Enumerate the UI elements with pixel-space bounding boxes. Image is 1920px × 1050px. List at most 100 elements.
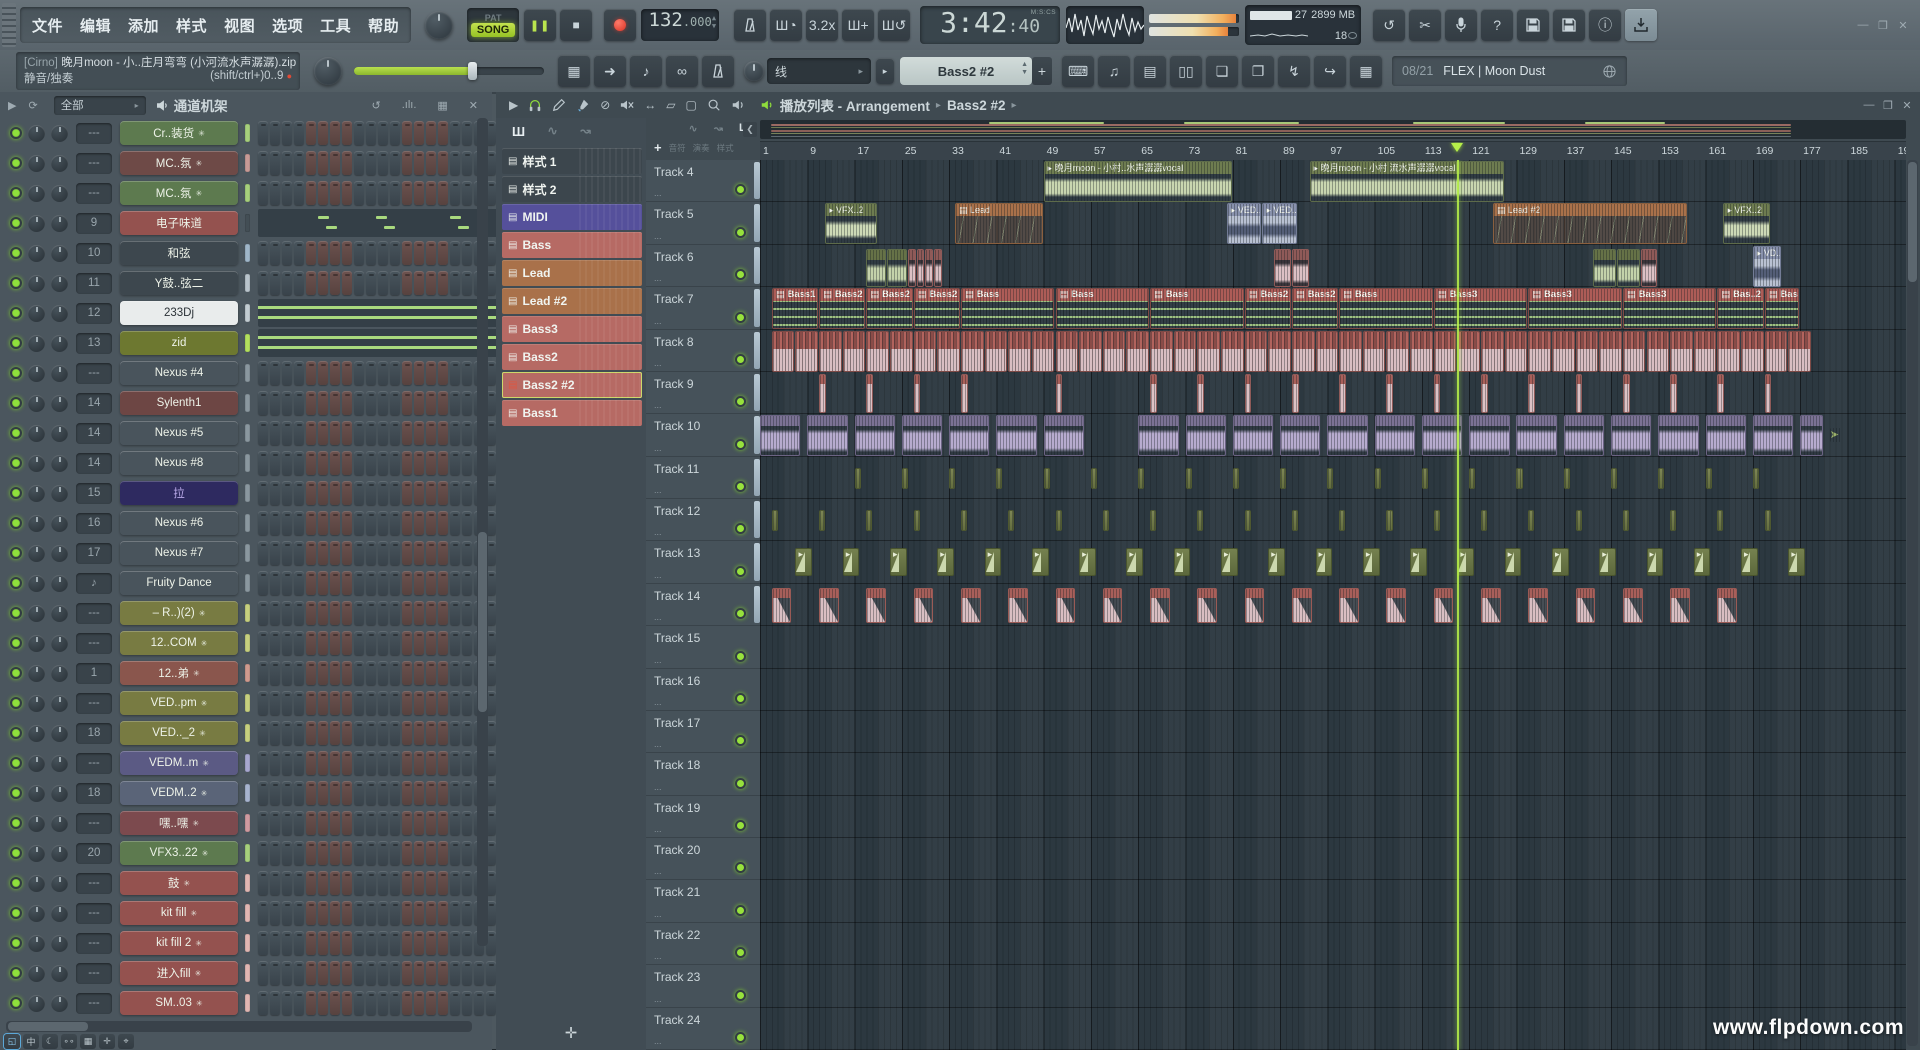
step-cell[interactable] xyxy=(390,601,400,625)
clip-drum[interactable] xyxy=(1103,331,1126,372)
step-cell[interactable] xyxy=(306,601,316,625)
step-cell[interactable] xyxy=(354,871,364,895)
step-cell[interactable] xyxy=(378,721,388,745)
corner-tab-1[interactable]: 演奏 xyxy=(693,142,710,154)
step-cell[interactable] xyxy=(402,121,412,145)
step-cell[interactable] xyxy=(270,151,280,175)
step-cell[interactable] xyxy=(354,271,364,295)
step-cell[interactable] xyxy=(366,901,376,925)
clip-hit_olive[interactable] xyxy=(1434,510,1440,531)
step-cell[interactable] xyxy=(354,991,364,1015)
clip-tri_pink[interactable] xyxy=(1670,588,1690,623)
clip-drum[interactable] xyxy=(843,331,866,372)
step-cell[interactable] xyxy=(318,511,328,535)
step-cell[interactable] xyxy=(294,691,304,715)
step-cell[interactable] xyxy=(318,271,328,295)
step-cell[interactable] xyxy=(306,241,316,265)
step-cell[interactable] xyxy=(402,481,412,505)
clip-lav[interactable] xyxy=(1753,415,1793,456)
step-cell[interactable] xyxy=(342,511,352,535)
track-led[interactable] xyxy=(735,396,746,407)
save-new-version-icon[interactable] xyxy=(1553,9,1585,41)
clip-lav[interactable] xyxy=(1233,415,1273,456)
step-cell[interactable] xyxy=(270,421,280,445)
clip-bass[interactable]: ▤ Bass xyxy=(1150,288,1244,329)
step-cell[interactable] xyxy=(306,421,316,445)
step-cell[interactable] xyxy=(450,121,460,145)
step-cell[interactable] xyxy=(450,241,460,265)
blend-recording-icon[interactable]: Ш+ xyxy=(842,9,874,41)
mute-strip[interactable] xyxy=(245,934,250,952)
step-cell[interactable] xyxy=(402,691,412,715)
mute-strip[interactable] xyxy=(245,874,250,892)
touch-controller-icon[interactable]: ↪ xyxy=(1314,55,1346,87)
step-cell[interactable] xyxy=(414,781,424,805)
channel-target-number[interactable]: --- xyxy=(76,993,112,1014)
step-cell[interactable] xyxy=(462,271,472,295)
step-cell[interactable] xyxy=(282,871,292,895)
clip-bass[interactable]: ▤ Bas..2 xyxy=(1765,288,1799,329)
clip-hit_olive[interactable] xyxy=(1422,468,1428,489)
clip-drum[interactable] xyxy=(1647,331,1670,372)
step-cell[interactable] xyxy=(270,871,280,895)
clip-pink_hit[interactable] xyxy=(914,374,921,413)
step-cell[interactable] xyxy=(378,511,388,535)
rack-play-icon[interactable]: ▶ xyxy=(8,99,16,112)
channel-pan-knob[interactable] xyxy=(28,245,45,262)
clip-slate[interactable]: ▸ VED..2 xyxy=(1262,203,1296,244)
step-cell[interactable] xyxy=(270,841,280,865)
step-cell[interactable] xyxy=(342,931,352,955)
step-cell[interactable] xyxy=(282,961,292,985)
clip-bass[interactable]: ▤ Bass2 xyxy=(819,288,865,329)
clip-drum[interactable] xyxy=(1197,331,1220,372)
step-cell[interactable] xyxy=(342,601,352,625)
clip-tri_pink[interactable] xyxy=(961,588,981,623)
clip-hit_olive[interactable] xyxy=(1528,510,1534,531)
step-cell[interactable] xyxy=(462,691,472,715)
step-cell[interactable] xyxy=(390,481,400,505)
step-cell[interactable] xyxy=(306,811,316,835)
channel-volume-knob[interactable] xyxy=(51,875,68,892)
clip-bass[interactable]: ▤ Bass3 xyxy=(1623,288,1717,329)
track-led[interactable] xyxy=(735,439,746,450)
step-cell[interactable] xyxy=(282,361,292,385)
clip-wave_olive2[interactable] xyxy=(887,249,907,287)
step-cell[interactable] xyxy=(438,901,448,925)
clip-drum[interactable] xyxy=(1457,331,1480,372)
slider-handle[interactable] xyxy=(468,62,477,80)
step-cell[interactable] xyxy=(258,811,268,835)
step-cell[interactable] xyxy=(270,811,280,835)
step-cell[interactable] xyxy=(450,151,460,175)
step-cell[interactable] xyxy=(450,811,460,835)
clip-hit_olive[interactable] xyxy=(1280,468,1286,489)
track-lane[interactable]: ▤ Bass1▤ Bass2▤ Bass2▤ Bass2▤ Bass▤ Bass… xyxy=(760,287,1906,329)
clip-hit_olive[interactable] xyxy=(1481,510,1487,531)
mute-strip[interactable] xyxy=(245,244,250,262)
clip-bass[interactable]: ▤ Bass xyxy=(1339,288,1433,329)
mute-strip[interactable] xyxy=(245,754,250,772)
step-cell[interactable] xyxy=(450,601,460,625)
step-cell[interactable] xyxy=(438,181,448,205)
step-cell[interactable] xyxy=(402,961,412,985)
step-cell[interactable] xyxy=(474,961,484,985)
mute-strip[interactable] xyxy=(245,364,250,382)
note-preview-panel[interactable] xyxy=(258,299,498,327)
channel-pan-knob[interactable] xyxy=(28,335,45,352)
step-cell[interactable] xyxy=(378,841,388,865)
channel-pan-knob[interactable] xyxy=(28,125,45,142)
track-led[interactable] xyxy=(735,608,746,619)
step-cell[interactable] xyxy=(450,451,460,475)
note-preview-panel[interactable] xyxy=(258,209,498,237)
track-options-dots[interactable]: ... xyxy=(654,866,662,876)
step-cell[interactable] xyxy=(450,931,460,955)
mute-strip[interactable] xyxy=(245,814,250,832)
channel-led[interactable] xyxy=(10,457,22,469)
channel-volume-knob[interactable] xyxy=(51,665,68,682)
clip-pink_seg[interactable] xyxy=(934,249,942,287)
mute-strip[interactable] xyxy=(245,484,250,502)
channel-led[interactable] xyxy=(10,667,22,679)
zoom-mode-icon[interactable]: ◱ xyxy=(4,1034,20,1049)
dots-icon[interactable]: ∘∘ xyxy=(61,1034,77,1049)
paint-tool-icon[interactable] xyxy=(576,98,590,112)
channel-target-number[interactable]: 12 xyxy=(76,303,112,324)
